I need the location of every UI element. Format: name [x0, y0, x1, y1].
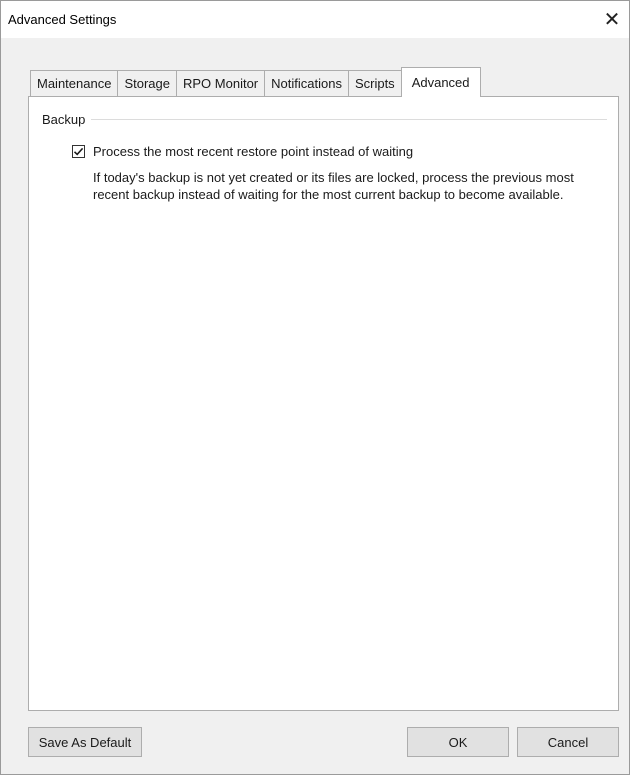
tab-notifications[interactable]: Notifications	[264, 70, 349, 96]
ok-button[interactable]: OK	[407, 727, 509, 757]
backup-group-header: Backup	[42, 112, 607, 127]
cancel-button[interactable]: Cancel	[517, 727, 619, 757]
process-recent-restore-point-label[interactable]: Process the most recent restore point in…	[93, 144, 413, 159]
tab-rpo-monitor[interactable]: RPO Monitor	[176, 70, 266, 96]
title-bar: Advanced Settings ✕	[1, 1, 629, 38]
option-description: If today's backup is not yet created or …	[93, 170, 574, 202]
tab-strip: Maintenance Storage RPO Monitor Notifica…	[30, 67, 481, 97]
save-as-default-button[interactable]: Save As Default	[28, 727, 142, 757]
tab-maintenance[interactable]: Maintenance	[30, 70, 119, 96]
backup-group-label: Backup	[42, 112, 92, 127]
checkmark-icon	[73, 147, 84, 156]
process-recent-restore-point-option[interactable]: Process the most recent restore point in…	[72, 144, 413, 159]
process-recent-restore-point-checkbox[interactable]	[72, 145, 85, 158]
advanced-tab-panel: Backup Process the most recent restore p…	[28, 96, 619, 711]
tab-storage[interactable]: Storage	[117, 70, 177, 96]
tab-scripts[interactable]: Scripts	[347, 70, 402, 96]
window-title: Advanced Settings	[8, 12, 117, 27]
group-divider	[91, 119, 607, 120]
tab-advanced[interactable]: Advanced	[400, 67, 481, 97]
advanced-settings-dialog: Advanced Settings ✕ Maintenance Storage …	[0, 0, 630, 775]
close-icon: ✕	[603, 9, 621, 31]
close-button[interactable]: ✕	[595, 1, 629, 38]
